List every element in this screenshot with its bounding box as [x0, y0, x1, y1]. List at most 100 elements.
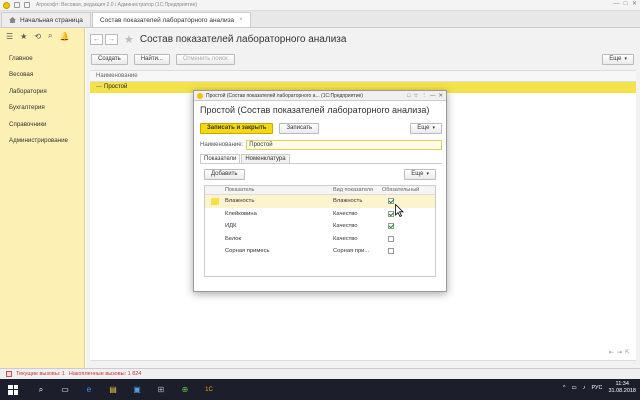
tray-expand-icon[interactable]: ^ — [563, 385, 566, 391]
column-header-required[interactable]: Обязательный — [382, 187, 432, 193]
sidebar-item-administration[interactable]: Администрирование — [0, 133, 84, 150]
tab-label: Состав показателей лабораторного анализа — [99, 16, 235, 24]
scroll-start-icon[interactable]: ⇤ — [609, 349, 614, 356]
forward-button[interactable]: → — [105, 34, 118, 45]
language-indicator[interactable]: РУС — [591, 385, 602, 391]
close-icon[interactable]: ✕ — [438, 93, 443, 99]
dropdown-icon: ▾ — [624, 55, 627, 62]
tab-bar: Начальная страница Состав показателей ла… — [0, 11, 640, 28]
edit-dialog: Простой (Состав показателей лабораторног… — [193, 90, 447, 292]
grid-toolbar: Добавить Еще ▾ — [204, 168, 436, 180]
dropdown-icon: ▾ — [432, 124, 435, 131]
search-icon[interactable]: ⌕ — [33, 383, 49, 397]
save-button[interactable]: Записать — [279, 122, 320, 134]
window-controls: — □ ✕ — [613, 1, 638, 8]
store-icon[interactable]: ▣ — [129, 383, 145, 397]
menu-icon[interactable]: ⋮ — [421, 93, 427, 99]
app-titlebar: Агрософт: Весовая, редакция 2.0 / Админи… — [0, 0, 640, 11]
date: 31.08.2018 — [608, 388, 636, 394]
favorite-icon[interactable]: ☆ — [413, 93, 418, 99]
more-button[interactable]: Еще ▾ — [410, 122, 442, 134]
row-type: Качество — [333, 223, 358, 230]
volume-icon[interactable]: ♪ — [583, 385, 586, 391]
row-indicator: Влажность — [225, 198, 255, 205]
maximize-icon[interactable]: □ — [622, 1, 629, 8]
cancel-search-button[interactable]: Отменить поиск — [175, 53, 235, 65]
required-checkbox[interactable] — [388, 223, 394, 230]
create-button[interactable]: Создать — [91, 53, 128, 65]
start-button[interactable] — [5, 383, 21, 397]
menu-icon[interactable]: ☰ — [6, 32, 13, 41]
more-label: Еще — [411, 170, 424, 177]
expand-icon[interactable]: ⇱ — [625, 349, 630, 356]
grid-more-button[interactable]: Еще ▾ — [404, 168, 436, 180]
row-indicator: Белок — [225, 235, 242, 242]
find-button[interactable]: Найти... — [133, 53, 170, 65]
required-checkbox[interactable] — [388, 235, 394, 242]
row-type: Влажность — [333, 198, 363, 205]
favorite-star-icon[interactable]: ★ — [124, 33, 134, 46]
row-selected-icon — [211, 197, 219, 205]
row-indicator: Сорная примесь — [225, 248, 270, 255]
required-checkbox[interactable] — [388, 248, 394, 255]
name-input[interactable]: Простой — [246, 139, 442, 150]
network-icon[interactable]: ▭ — [572, 385, 577, 391]
table-row[interactable]: Сорная примесь Сорная при... — [205, 245, 435, 258]
1c-icon[interactable]: 1C — [201, 383, 217, 397]
dialog-titlebar: Простой (Состав показателей лабораторног… — [194, 91, 446, 101]
column-header-type[interactable]: Вид показателя — [333, 187, 382, 193]
search-icon[interactable]: ⌕ — [48, 31, 52, 41]
row-type: Качество — [333, 235, 358, 242]
open-icon[interactable] — [24, 2, 30, 8]
sidebar: ☰ ★ ⟲ ⌕ 🔔 Главное Весовая Лаборатория Бу… — [0, 28, 85, 368]
link-icon[interactable]: □ — [407, 93, 410, 99]
tab-nomenclature[interactable]: Номенклатура — [241, 154, 290, 163]
close-icon[interactable]: ✕ — [631, 1, 638, 8]
task-view-icon[interactable]: ▭ — [57, 383, 73, 397]
save-and-close-button[interactable]: Записать и закрыть — [200, 122, 274, 134]
tab-indicators[interactable]: Показатели — [200, 154, 241, 163]
dialog-window-title: Простой (Состав показателей лабораторног… — [206, 92, 363, 99]
mouse-cursor-icon — [395, 204, 404, 217]
history-icon[interactable]: ⟲ — [34, 32, 41, 41]
page-title: Состав показателей лабораторного анализа — [139, 34, 347, 45]
clock[interactable]: 11:34 31.08.2018 — [608, 381, 636, 395]
add-button[interactable]: Добавить — [204, 168, 245, 180]
row-type: Сорная при... — [333, 248, 370, 255]
home-icon — [9, 17, 16, 23]
tab-home[interactable]: Начальная страница — [1, 12, 91, 27]
name-label: Наименование: — [200, 141, 244, 148]
main-header: ← → ★ Состав показателей лабораторного а… — [86, 28, 640, 51]
sidebar-item-main[interactable]: Главное — [0, 50, 84, 67]
explorer-icon[interactable]: ▤ — [105, 383, 121, 397]
scroll-end-icon[interactable]: ⇥ — [617, 349, 622, 356]
taskbar: ⌕ ▭ e ▤ ▣ ⊞ ⊕ 1C ^ ▭ ♪ РУС 11:34 31.08.2… — [0, 379, 640, 400]
green-app-icon[interactable]: ⊕ — [177, 383, 193, 397]
app-logo-icon — [197, 92, 203, 99]
status-bar: Текущие вызовы: 1 Накопленные вызовы: 1 … — [0, 368, 640, 379]
more-button[interactable]: Еще ▾ — [602, 53, 634, 65]
required-checkbox[interactable] — [388, 210, 394, 217]
favorites-icon[interactable]: ★ — [20, 32, 27, 41]
menu-icon[interactable] — [14, 2, 20, 8]
tab-close-icon[interactable]: × — [239, 17, 243, 23]
edge-icon[interactable]: e — [81, 383, 97, 397]
row-indicator: Клейковина — [225, 210, 257, 217]
sidebar-item-weighing[interactable]: Весовая — [0, 67, 84, 84]
table-row[interactable]: ИДК Качество — [205, 220, 435, 233]
back-button[interactable]: ← — [90, 34, 103, 45]
table-row[interactable]: Белок Качество — [205, 233, 435, 246]
app-logo-icon — [3, 1, 10, 9]
sidebar-item-laboratory[interactable]: Лаборатория — [0, 83, 84, 100]
sidebar-item-catalogs[interactable]: Справочники — [0, 116, 84, 133]
sidebar-item-accounting[interactable]: Бухгалтерия — [0, 100, 84, 117]
table-header: Показатель Вид показателя Обязательный — [205, 186, 435, 195]
app-icon[interactable]: ⊞ — [153, 383, 169, 397]
main-toolbar: Создать Найти... Отменить поиск Еще ▾ — [86, 51, 640, 67]
required-checkbox[interactable] — [388, 198, 394, 205]
minimize-icon[interactable]: — — [613, 1, 620, 8]
bell-icon[interactable]: 🔔 — [60, 32, 70, 41]
minimize-icon[interactable]: — — [430, 93, 436, 99]
tab-lab-analysis[interactable]: Состав показателей лабораторного анализа… — [91, 12, 251, 27]
column-header-indicator[interactable]: Показатель — [225, 187, 333, 193]
